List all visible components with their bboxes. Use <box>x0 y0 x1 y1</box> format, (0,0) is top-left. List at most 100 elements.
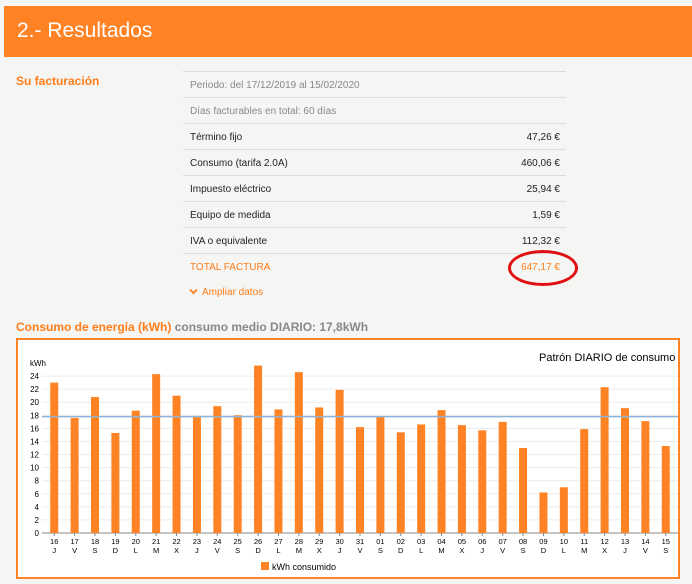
x-tick-label: 09 <box>539 537 547 546</box>
x-tick-weekday: D <box>113 546 119 555</box>
x-tick-label: 05 <box>458 537 466 546</box>
x-tick-weekday: J <box>195 546 199 555</box>
x-tick-weekday: M <box>581 546 587 555</box>
x-tick-label: 24 <box>213 537 221 546</box>
x-tick-weekday: M <box>153 546 159 555</box>
bar <box>294 372 303 533</box>
x-tick-label: 02 <box>397 537 405 546</box>
billing-line-value: 460,06 € <box>521 158 560 169</box>
billing-line: IVA o equivalente 112,32 € <box>183 227 566 253</box>
x-tick-label: 13 <box>621 537 629 546</box>
x-tick-weekday: D <box>398 546 404 555</box>
y-tick-label: 20 <box>30 398 39 407</box>
legend-swatch <box>261 562 269 570</box>
bar <box>600 387 609 533</box>
y-axis-label: kWh <box>30 359 46 368</box>
x-tick-weekday: V <box>357 546 362 555</box>
bar <box>641 421 650 533</box>
bar <box>91 397 99 533</box>
x-tick-weekday: V <box>72 546 77 555</box>
energy-title-main: Consumo de energía (kWh) <box>16 320 172 334</box>
bar <box>539 492 548 533</box>
expand-data-label: Ampliar datos <box>202 287 264 298</box>
section-title: 2.- Resultados <box>17 19 153 42</box>
bar <box>131 410 140 533</box>
legend-label: kWh consumido <box>272 562 336 572</box>
x-tick-weekday: V <box>500 546 505 555</box>
x-tick-weekday: L <box>276 546 280 555</box>
y-tick-label: 6 <box>35 490 40 499</box>
billing-days: Días facturables en total: 60 días <box>190 106 337 117</box>
billing-period-row: Periodo: del 17/12/2019 al 15/02/2020 <box>183 71 566 97</box>
x-tick-label: 06 <box>478 537 486 546</box>
bar <box>254 365 263 533</box>
y-tick-label: 8 <box>35 477 40 486</box>
x-tick-label: 04 <box>437 537 445 546</box>
expand-data-link[interactable]: Ampliar datos <box>189 287 263 298</box>
bar <box>274 409 283 533</box>
x-tick-weekday: X <box>602 546 607 555</box>
x-tick-label: 16 <box>50 537 58 546</box>
x-tick-label: 11 <box>580 537 588 546</box>
x-tick-weekday: D <box>255 546 261 555</box>
billing-line: Término fijo 47,26 € <box>183 123 566 149</box>
bar <box>335 389 344 533</box>
energy-title: Consumo de energía (kWh) consumo medio D… <box>16 320 368 334</box>
x-tick-weekday: L <box>562 546 566 555</box>
y-tick-label: 22 <box>30 385 39 394</box>
x-tick-weekday: X <box>174 546 179 555</box>
x-tick-label: 28 <box>295 537 303 546</box>
bar <box>233 415 242 533</box>
bar <box>70 417 79 533</box>
y-tick-label: 12 <box>30 451 39 460</box>
total-highlight-circle <box>508 250 578 286</box>
x-tick-weekday: X <box>317 546 322 555</box>
billing-line-label: IVA o equivalente <box>190 236 268 247</box>
bar <box>376 417 385 533</box>
bar <box>559 487 568 533</box>
bar <box>213 406 222 533</box>
bar <box>661 446 670 533</box>
x-tick-label: 14 <box>641 537 649 546</box>
billing-days-row: Días facturables en total: 60 días <box>183 97 566 123</box>
bar <box>498 421 507 533</box>
billing-line-value: 47,26 € <box>526 132 560 143</box>
x-tick-weekday: S <box>378 546 383 555</box>
x-tick-weekday: M <box>438 546 444 555</box>
billing-section-label: Su facturación <box>16 74 100 88</box>
chart-title: Patrón DIARIO de consumo <box>539 352 675 364</box>
bar <box>519 448 528 533</box>
x-tick-label: 31 <box>356 537 364 546</box>
x-tick-weekday: D <box>541 546 547 555</box>
bar <box>437 410 446 533</box>
y-tick-label: 18 <box>30 411 39 420</box>
x-tick-label: 20 <box>132 537 140 546</box>
y-tick-label: 4 <box>35 503 40 512</box>
billing-line: Equipo de medida 1,59 € <box>183 201 566 227</box>
x-tick-label: 12 <box>600 537 608 546</box>
x-tick-weekday: V <box>643 546 648 555</box>
billing-line: Consumo (tarifa 2.0A) 460,06 € <box>183 149 566 175</box>
x-tick-label: 15 <box>662 537 670 546</box>
bar <box>417 424 426 533</box>
x-tick-label: 29 <box>315 537 323 546</box>
y-tick-label: 0 <box>35 529 40 538</box>
bar <box>111 432 120 533</box>
x-tick-weekday: J <box>623 546 627 555</box>
bar <box>356 427 364 533</box>
bar <box>50 382 59 533</box>
y-tick-label: 10 <box>30 464 39 473</box>
bar <box>396 432 405 533</box>
billing-line-label: Término fijo <box>190 132 243 143</box>
x-tick-weekday: L <box>419 546 423 555</box>
x-tick-weekday: X <box>459 546 464 555</box>
billing-line-label: Consumo (tarifa 2.0A) <box>190 158 288 169</box>
section-header: 2.- Resultados <box>4 6 692 57</box>
bar <box>192 415 201 533</box>
x-tick-label: 27 <box>274 537 282 546</box>
billing-line-value: 25,94 € <box>526 184 560 195</box>
billing-period: Periodo: del 17/12/2019 al 15/02/2020 <box>190 80 360 91</box>
x-tick-weekday: S <box>92 546 97 555</box>
x-tick-label: 26 <box>254 537 262 546</box>
y-tick-label: 24 <box>30 372 39 381</box>
